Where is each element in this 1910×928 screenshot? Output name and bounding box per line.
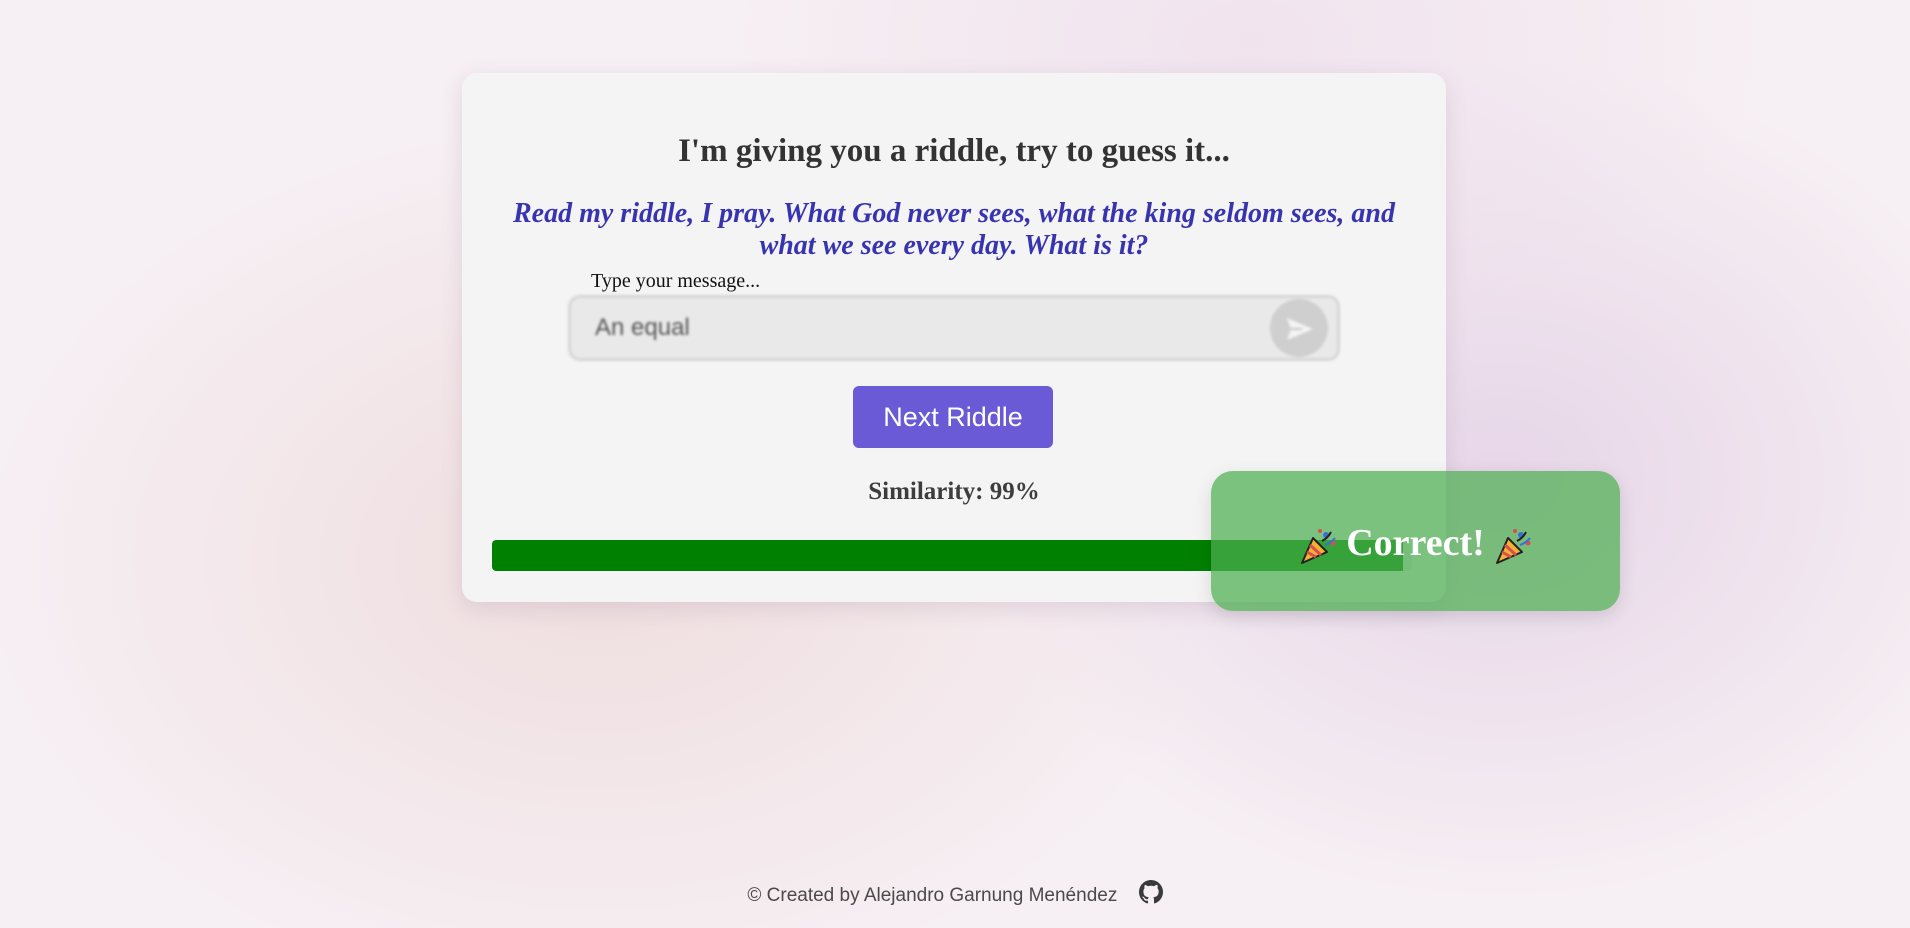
- party-popper-icon: [1495, 529, 1531, 565]
- riddle-text: Read my riddle, I pray. What God never s…: [513, 198, 1395, 261]
- correct-text: Correct!: [1346, 522, 1485, 564]
- riddle-card: I'm giving you a riddle, try to guess it…: [462, 73, 1620, 611]
- message-input[interactable]: An equal: [568, 295, 1340, 361]
- message-label: Type your message...: [591, 270, 761, 292]
- correct-overlay: Correct!: [1211, 471, 1620, 611]
- footer-credit: © Created by Alejandro Garnung Menéndez: [747, 885, 1118, 906]
- send-icon: [1287, 318, 1313, 340]
- next-riddle-button[interactable]: Next Riddle: [853, 386, 1053, 448]
- send-button[interactable]: [1270, 299, 1328, 357]
- page-title: I'm giving you a riddle, try to guess it…: [678, 133, 1230, 169]
- message-input-value[interactable]: An equal: [595, 314, 690, 342]
- party-popper-icon: [1301, 529, 1337, 565]
- footer: © Created by Alejandro Garnung Menéndez: [0, 880, 1910, 907]
- github-icon[interactable]: [1138, 880, 1163, 904]
